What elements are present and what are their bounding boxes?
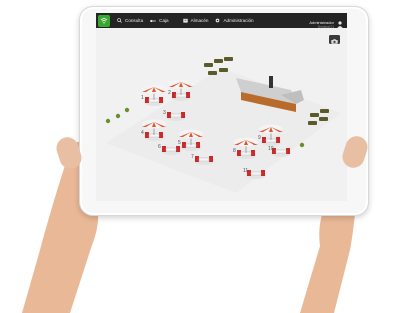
table-number: 4: [141, 130, 144, 136]
chair: [196, 142, 200, 148]
table-top: [170, 113, 182, 118]
umbrella: [142, 119, 166, 129]
nav-caja[interactable]: Caja: [150, 18, 169, 23]
chair: [251, 150, 255, 156]
table-number: 3: [163, 110, 166, 116]
planter: [310, 113, 319, 117]
table-number: 9: [258, 135, 261, 141]
nav-label: Administración: [223, 18, 254, 23]
chair: [262, 137, 266, 143]
nav-administracion[interactable]: Administración: [215, 18, 254, 23]
planter: [308, 121, 317, 125]
umbrella: [169, 79, 193, 89]
plant-pot: [115, 113, 121, 119]
planter: [219, 68, 228, 72]
chair: [145, 97, 149, 103]
chair: [209, 156, 213, 162]
box-icon: [182, 18, 188, 23]
restaurant-floor-plan: 1 2 3 4 5 6 7 8 9 10 11: [105, 57, 341, 193]
table-top: [165, 147, 177, 152]
plant-pot: [105, 118, 111, 124]
nav-label: Almacén: [190, 18, 209, 23]
umbrella: [142, 84, 166, 94]
chair: [145, 132, 149, 138]
chair: [159, 132, 163, 138]
nav-consulta[interactable]: Consulta: [117, 18, 143, 23]
bartender: [269, 76, 273, 88]
table-number: 5: [178, 140, 181, 146]
chair: [261, 170, 265, 176]
table-top: [198, 157, 210, 162]
chair: [176, 146, 180, 152]
table-number: 8: [233, 148, 236, 154]
table-number: 2: [168, 90, 171, 96]
table-number: 11: [243, 168, 248, 174]
chair: [276, 137, 280, 143]
umbrella: [234, 137, 258, 147]
chair: [195, 156, 199, 162]
nav-almacen[interactable]: Almacén: [182, 18, 209, 23]
planter: [214, 59, 223, 63]
chair: [162, 146, 166, 152]
umbrella: [259, 124, 283, 134]
wifi-icon[interactable]: [98, 14, 110, 27]
chair: [186, 92, 190, 98]
chair: [237, 150, 241, 156]
planter: [208, 71, 217, 75]
top-navigation-bar: Consulta Caja Almacén Administración Adm…: [96, 13, 347, 29]
user-name: Administrador: [309, 19, 334, 25]
planter: [319, 117, 328, 121]
chair: [181, 112, 185, 118]
planter: [224, 57, 233, 61]
nav-label: Consulta: [125, 18, 144, 23]
table-number: 6: [158, 144, 161, 150]
chair: [286, 148, 290, 154]
planter: [204, 63, 213, 67]
nav-label: Caja: [159, 18, 169, 23]
app-screen: Consulta Caja Almacén Administración Adm…: [96, 13, 347, 201]
chair: [159, 97, 163, 103]
plant-pot: [299, 142, 305, 148]
table-top: [275, 149, 287, 154]
table-number: 7: [191, 154, 194, 160]
chair: [182, 142, 186, 148]
gear-icon: [215, 18, 220, 23]
chair: [167, 112, 171, 118]
search-icon: [117, 18, 122, 23]
key-icon: [150, 19, 156, 23]
plant-pot: [124, 107, 130, 113]
chair: [172, 92, 176, 98]
table-number: 1: [141, 95, 144, 101]
table-top: [250, 171, 262, 176]
table-number: 10: [268, 146, 274, 152]
umbrella: [179, 129, 203, 139]
planter: [320, 109, 329, 113]
table-1[interactable]: 1: [141, 84, 166, 107]
